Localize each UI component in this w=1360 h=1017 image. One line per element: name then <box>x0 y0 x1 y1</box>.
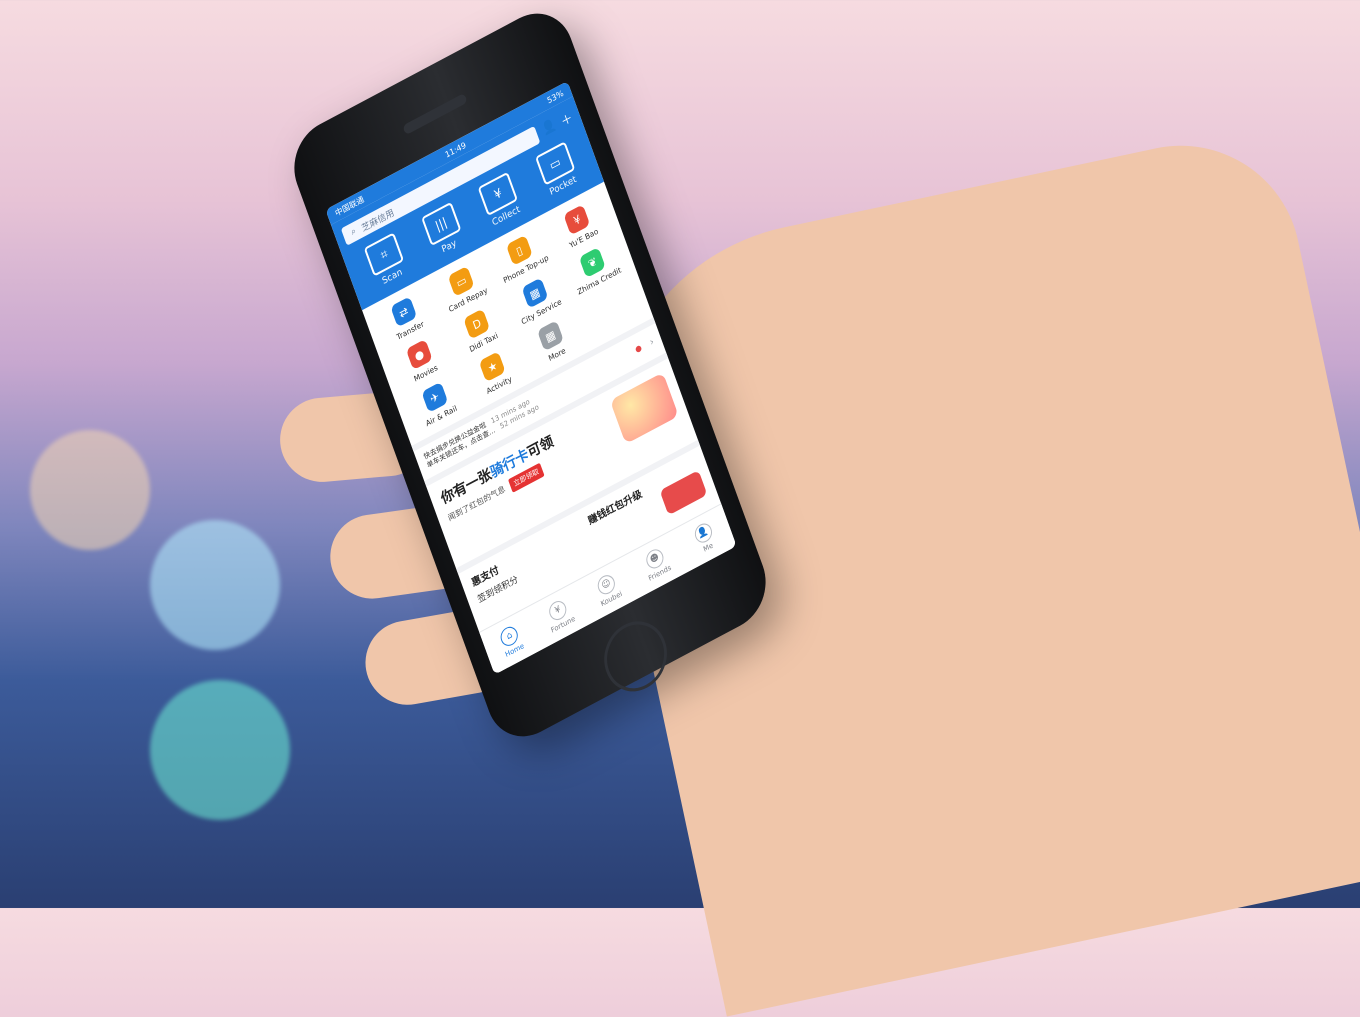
quick-action-label: Pay <box>440 238 459 256</box>
search-icon: ⌕ <box>349 226 358 239</box>
search-placeholder: 芝麻信用 <box>360 207 396 235</box>
tab-label: Me <box>702 541 715 554</box>
contacts-icon[interactable]: 👤 <box>540 117 559 140</box>
bokeh-light <box>30 430 150 550</box>
plus-icon[interactable]: ＋ <box>558 108 574 130</box>
bokeh-light <box>150 680 290 820</box>
bokeh-light <box>150 520 280 650</box>
chevron-right-icon: › <box>648 336 656 349</box>
top-actions: 👤 ＋ <box>540 108 575 140</box>
unread-dot <box>635 345 643 354</box>
